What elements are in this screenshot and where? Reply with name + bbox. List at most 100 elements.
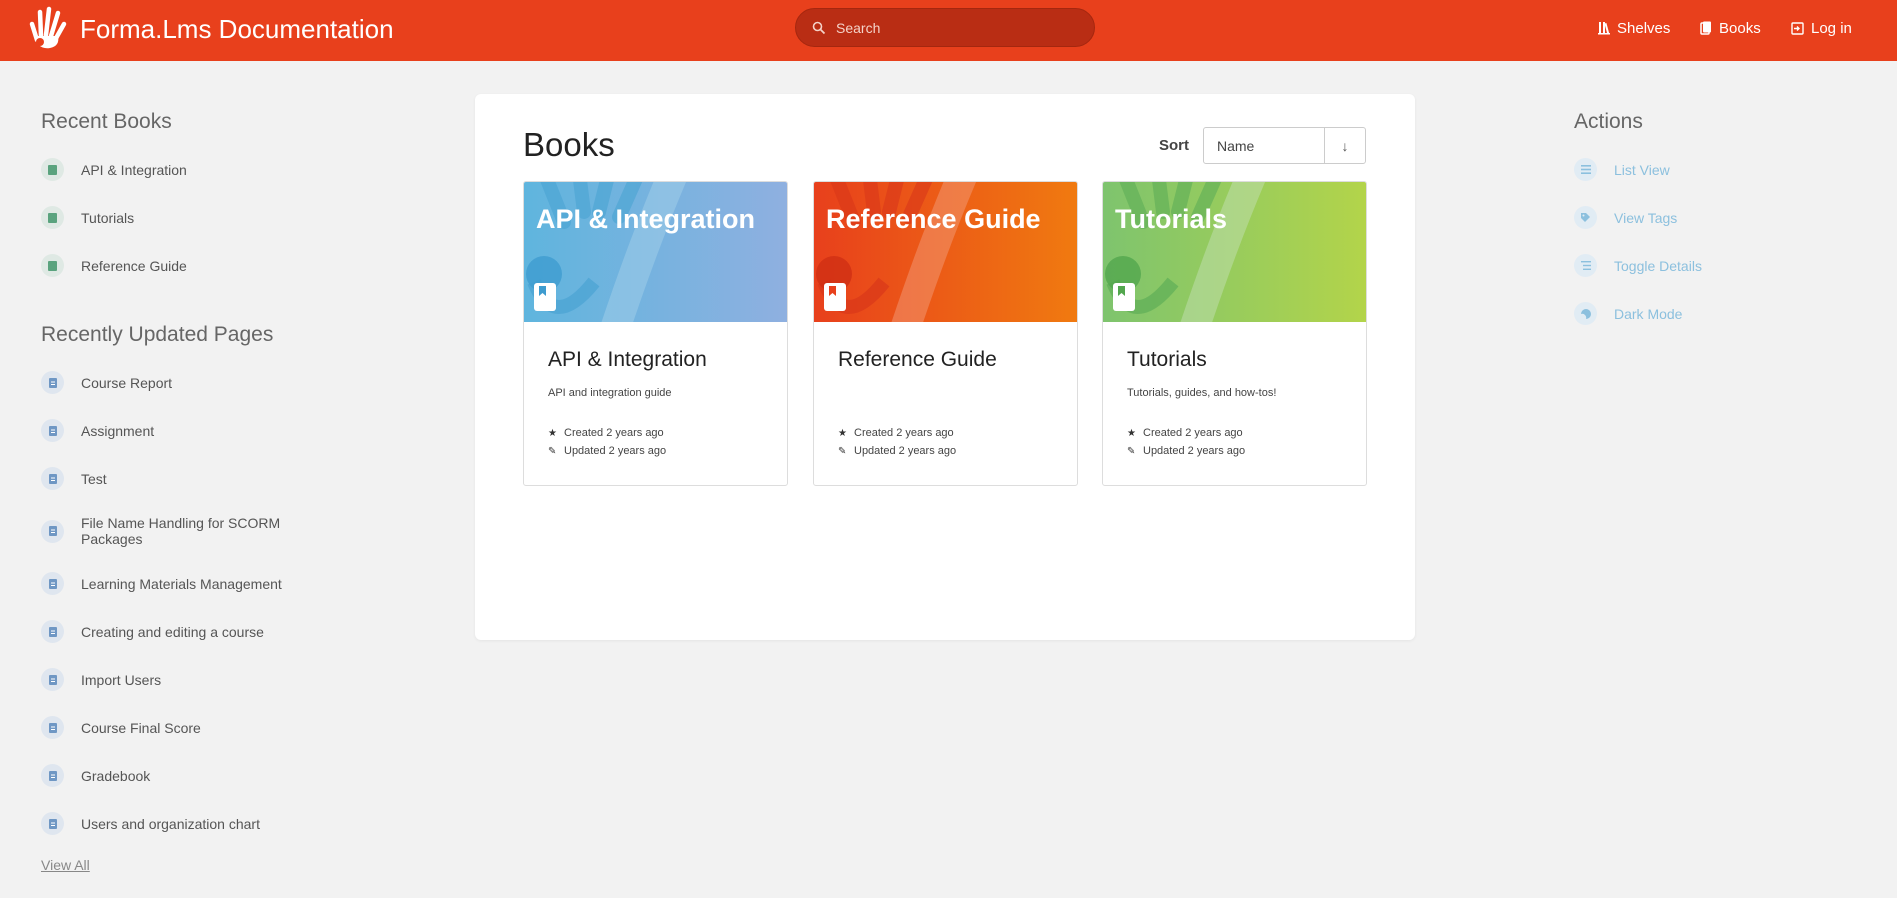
pencil-icon: ✎ [1127, 445, 1136, 457]
recent-book-item[interactable]: API & Integration [41, 158, 341, 181]
book-card[interactable]: Tutorials Tutorials Tutorials, guides, a… [1102, 181, 1367, 486]
recent-page-item[interactable]: Learning Materials Management [41, 572, 341, 595]
action-label: Toggle Details [1614, 257, 1702, 274]
action-list-view[interactable]: List View [1574, 158, 1670, 181]
recent-page-label: Course Report [81, 374, 173, 391]
recent-page-item[interactable]: Course Final Score [41, 716, 341, 739]
recent-page-item[interactable]: Users and organization chart [41, 812, 341, 835]
page-title: Books [523, 126, 615, 163]
sort-label: Sort [1159, 137, 1189, 154]
hand-pattern-icon [1103, 182, 1366, 322]
search-icon [812, 21, 826, 35]
book-icon [824, 283, 846, 311]
recent-page-item[interactable]: Assignment [41, 419, 341, 442]
action-dark-mode[interactable]: Dark Mode [1574, 302, 1682, 325]
view-all-link[interactable]: View All [41, 857, 90, 873]
book-title[interactable]: API & Integration [548, 348, 707, 372]
recent-book-label: Tutorials [81, 209, 135, 226]
sort-select[interactable]: Name ↓ [1203, 127, 1366, 164]
page-icon [41, 812, 64, 835]
created-text: Created 2 years ago [1143, 427, 1243, 439]
hand-logo-icon[interactable] [28, 6, 68, 50]
recent-page-item[interactable]: Gradebook [41, 764, 341, 787]
updated-text: Updated 2 years ago [1143, 445, 1246, 457]
updated-text: Updated 2 years ago [854, 445, 957, 457]
sort-direction-button[interactable]: ↓ [1324, 128, 1365, 163]
book-created: ★ Created 2 years ago [548, 427, 664, 439]
book-title[interactable]: Reference Guide [838, 348, 997, 372]
recent-pages-title: Recently Updated Pages [41, 323, 274, 346]
book-cover-title: API & Integration [536, 204, 756, 234]
book-icon [534, 283, 556, 311]
book-updated: ✎ Updated 2 years ago [548, 445, 666, 457]
moon-icon [1574, 302, 1597, 325]
book-icon [41, 254, 64, 277]
action-view-tags[interactable]: View Tags [1574, 206, 1677, 229]
recent-page-label: File Name Handling for SCORM Packages [81, 515, 281, 547]
search-box[interactable] [795, 8, 1095, 47]
updated-text: Updated 2 years ago [564, 445, 667, 457]
created-text: Created 2 years ago [564, 427, 664, 439]
recent-page-item[interactable]: Course Report [41, 371, 341, 394]
books-icon [1700, 21, 1711, 35]
action-label: List View [1614, 161, 1670, 178]
book-icon [41, 206, 64, 229]
book-icon [41, 158, 64, 181]
action-label: View Tags [1614, 209, 1678, 226]
actions-title: Actions [1574, 110, 1643, 133]
details-icon [1574, 254, 1597, 277]
page-icon [41, 419, 64, 442]
book-description: API and integration guide [548, 387, 672, 399]
book-created: ★ Created 2 years ago [1127, 427, 1243, 439]
nav-login-label: Log in [1811, 19, 1852, 37]
recent-page-label: Creating and editing a course [81, 623, 264, 640]
book-updated: ✎ Updated 2 years ago [838, 445, 956, 457]
nav-shelves-label: Shelves [1617, 19, 1671, 37]
book-card[interactable]: Reference Guide Reference Guide ★ Created… [813, 181, 1078, 486]
page-icon [41, 764, 64, 787]
recent-page-item[interactable]: File Name Handling for SCORM Packages [41, 515, 341, 547]
nav-shelves[interactable]: Shelves [1598, 17, 1670, 39]
recent-page-item[interactable]: Creating and editing a course [41, 620, 341, 643]
action-label: Dark Mode [1614, 305, 1683, 322]
recent-page-label: Gradebook [81, 767, 151, 784]
tag-icon [1574, 206, 1597, 229]
book-title[interactable]: Tutorials [1127, 348, 1207, 372]
login-icon [1791, 21, 1804, 35]
book-cover: Reference Guide [814, 182, 1077, 322]
hand-pattern-icon [814, 182, 1077, 322]
recent-page-label: Learning Materials Management [81, 575, 282, 592]
recent-page-item[interactable]: Test [41, 467, 341, 490]
nav-login[interactable]: Log in [1791, 17, 1852, 39]
book-cover-title: Reference Guide [826, 204, 1041, 234]
page-icon [41, 467, 64, 490]
sort-value: Name [1217, 138, 1255, 154]
recent-page-item[interactable]: Import Users [41, 668, 341, 691]
recent-book-label: Reference Guide [81, 257, 187, 274]
top-header: Forma.Lms Documentation Shelves Books Lo… [0, 0, 1897, 61]
nav-books[interactable]: Books [1700, 17, 1761, 39]
search-input[interactable] [836, 17, 1076, 39]
app-title[interactable]: Forma.Lms Documentation [80, 14, 394, 44]
book-cover: Tutorials [1103, 182, 1366, 322]
recent-page-label: Test [81, 470, 107, 487]
recent-page-label: Import Users [81, 671, 162, 688]
pencil-icon: ✎ [838, 445, 847, 457]
hand-pattern-icon [524, 182, 787, 322]
action-toggle-details[interactable]: Toggle Details [1574, 254, 1702, 277]
star-icon: ★ [1127, 427, 1136, 439]
recent-books-title: Recent Books [41, 110, 172, 133]
recent-book-item[interactable]: Tutorials [41, 206, 341, 229]
page-icon [41, 371, 64, 394]
book-card[interactable]: API & Integration API & Integration API … [523, 181, 788, 486]
book-created: ★ Created 2 years ago [838, 427, 954, 439]
nav-books-label: Books [1719, 19, 1761, 37]
page-icon [41, 620, 64, 643]
recent-page-label: Assignment [81, 422, 155, 439]
book-description: Tutorials, guides, and how-tos! [1127, 387, 1277, 399]
shelves-icon [1598, 22, 1610, 35]
star-icon: ★ [548, 427, 557, 439]
book-cover: API & Integration [524, 182, 787, 322]
recent-book-item[interactable]: Reference Guide [41, 254, 341, 277]
recent-page-label: Course Final Score [81, 719, 201, 736]
